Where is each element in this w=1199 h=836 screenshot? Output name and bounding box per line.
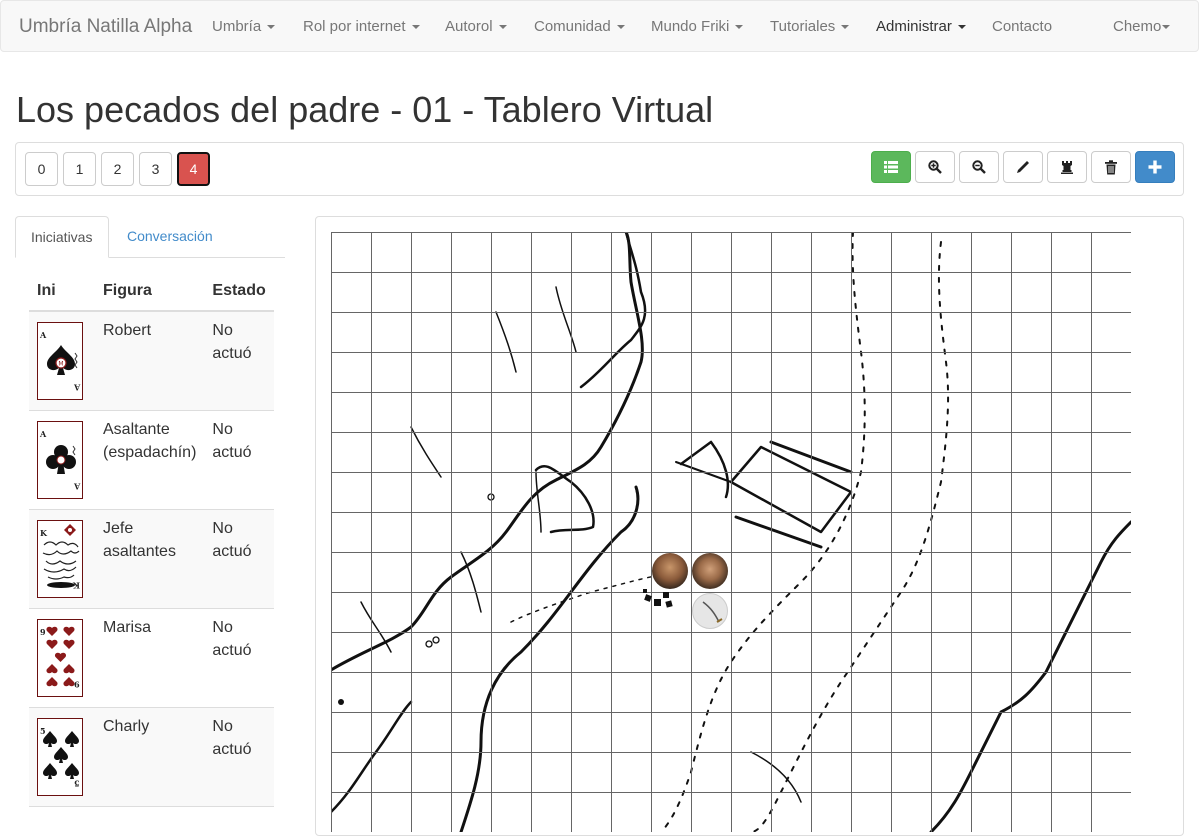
tab-iniciativas[interactable]: Iniciativas bbox=[15, 216, 109, 258]
nav-item-rol-por-internet[interactable]: Rol por internet bbox=[303, 18, 420, 35]
rubble-marks bbox=[643, 589, 673, 608]
zoom-in-icon bbox=[928, 160, 942, 174]
layer-button-4[interactable]: 4 bbox=[177, 152, 210, 186]
nav-item-tutoriales[interactable]: Tutoriales bbox=[770, 18, 850, 35]
table-row[interactable]: KK Jefe asaltantes No actuó bbox=[29, 509, 274, 609]
nav-label: Contacto bbox=[992, 18, 1053, 35]
nav-item-umbria[interactable]: Umbría bbox=[212, 18, 276, 35]
caret-down-icon bbox=[735, 25, 744, 30]
map-grid bbox=[331, 232, 1131, 832]
sidebar-tabs: Iniciativas Conversación bbox=[15, 216, 285, 258]
estado-cell: No actuó bbox=[204, 608, 274, 708]
caret-down-icon bbox=[498, 25, 507, 30]
caret-down-icon bbox=[841, 25, 850, 30]
table-header-row: Ini Figura Estado bbox=[29, 272, 274, 312]
card-cell: 99 bbox=[29, 608, 95, 708]
caret-down-icon bbox=[957, 25, 966, 30]
nav-label: Mundo Friki bbox=[651, 18, 730, 35]
zoom-out-icon bbox=[972, 160, 986, 174]
initiative-table: Ini Figura Estado AA M Robert No actuó A… bbox=[29, 272, 274, 807]
nav-label: Tutoriales bbox=[770, 18, 836, 35]
card-cell: AA bbox=[29, 410, 95, 510]
caret-down-icon bbox=[1162, 25, 1171, 30]
table-row[interactable]: AA Asaltante (espadachín) No actuó bbox=[29, 410, 274, 510]
card-cell: 55 bbox=[29, 707, 95, 807]
header-estado: Estado bbox=[204, 272, 274, 312]
board-map[interactable] bbox=[331, 232, 1131, 832]
zoom-out-button[interactable] bbox=[959, 151, 999, 183]
draw-button[interactable] bbox=[1003, 151, 1043, 183]
estado-cell: No actuó bbox=[204, 311, 274, 411]
nav-label: Comunidad bbox=[534, 18, 611, 35]
nav-item-administrar[interactable]: Administrar bbox=[876, 18, 966, 35]
board-toolbar: 0 1 2 3 4 bbox=[15, 142, 1184, 196]
table-row[interactable]: 55 Charly No actuó bbox=[29, 707, 274, 807]
estado-cell: No actuó bbox=[204, 707, 274, 807]
tower-button[interactable] bbox=[1047, 151, 1087, 183]
trash-icon bbox=[1105, 159, 1117, 174]
plus-icon bbox=[1148, 160, 1162, 174]
figura-cell: Marisa bbox=[95, 608, 205, 708]
nav-label: Autorol bbox=[445, 18, 493, 35]
header-ini: Ini bbox=[29, 272, 95, 312]
layer-button-3[interactable]: 3 bbox=[139, 152, 172, 186]
token-young-warrior[interactable] bbox=[692, 553, 728, 589]
token-sword[interactable] bbox=[692, 593, 728, 629]
list-icon bbox=[884, 161, 898, 173]
ace-of-clubs-card: AA bbox=[37, 421, 83, 499]
caret-down-icon bbox=[267, 25, 276, 30]
figura-cell: Asaltante (espadachín) bbox=[95, 410, 205, 510]
nav-label: Rol por internet bbox=[303, 18, 406, 35]
layer-button-0[interactable]: 0 bbox=[25, 152, 58, 186]
card-cell: AA M bbox=[29, 311, 95, 411]
estado-cell: No actuó bbox=[204, 509, 274, 609]
caret-down-icon bbox=[616, 25, 625, 30]
nav-item-autorol[interactable]: Autorol bbox=[445, 18, 507, 35]
header-figura: Figura bbox=[95, 272, 205, 312]
card-cell: KK bbox=[29, 509, 95, 609]
token-bearded-warrior[interactable] bbox=[652, 553, 688, 589]
nine-of-hearts-card: 99 bbox=[37, 619, 83, 697]
user-name: Chemo bbox=[1113, 18, 1162, 35]
nav-item-comunidad[interactable]: Comunidad bbox=[534, 18, 625, 35]
delete-button[interactable] bbox=[1091, 151, 1131, 183]
nav-item-contacto[interactable]: Contacto bbox=[992, 18, 1052, 35]
estado-cell: No actuó bbox=[204, 410, 274, 510]
layer-button-1[interactable]: 1 bbox=[63, 152, 96, 186]
user-menu[interactable]: Chemo bbox=[1113, 18, 1171, 35]
brand-link[interactable]: Umbría Natilla Alpha bbox=[19, 16, 192, 38]
tower-icon bbox=[1061, 161, 1073, 174]
nav-label: Administrar bbox=[876, 18, 952, 35]
table-row[interactable]: AA M Robert No actuó bbox=[29, 311, 274, 411]
svg-text:M: M bbox=[58, 361, 63, 368]
pencil-icon bbox=[1017, 161, 1029, 173]
zoom-in-button[interactable] bbox=[915, 151, 955, 183]
five-of-spades-card: 55 bbox=[37, 718, 83, 796]
ace-of-spades-card: AA M bbox=[37, 322, 83, 400]
figura-cell: Robert bbox=[95, 311, 205, 411]
add-button[interactable] bbox=[1135, 151, 1175, 183]
tab-conversacion[interactable]: Conversación bbox=[112, 216, 228, 258]
nav-item-mundo-friki[interactable]: Mundo Friki bbox=[651, 18, 744, 35]
figura-cell: Jefe asaltantes bbox=[95, 509, 205, 609]
nav-label: Umbría bbox=[212, 18, 262, 35]
king-of-diamonds-card: KK bbox=[37, 520, 83, 598]
page-title: Los pecados del padre - 01 - Tablero Vir… bbox=[16, 89, 714, 130]
list-button[interactable] bbox=[871, 151, 911, 183]
table-row[interactable]: 99 Marisa No actuó bbox=[29, 608, 274, 708]
layer-button-2[interactable]: 2 bbox=[101, 152, 134, 186]
navbar: Umbría Natilla Alpha Umbría Rol por inte… bbox=[0, 0, 1199, 52]
figura-cell: Charly bbox=[95, 707, 205, 807]
caret-down-icon bbox=[411, 25, 420, 30]
